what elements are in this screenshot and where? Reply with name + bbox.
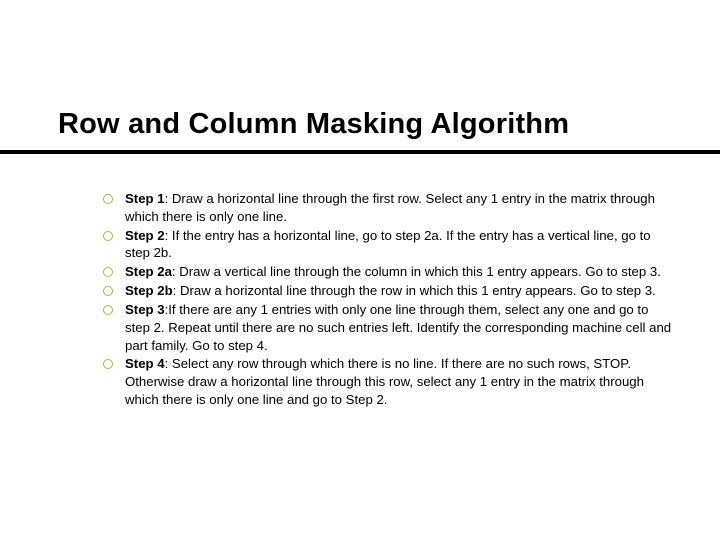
step-text: :If there are any 1 entries with only on… bbox=[125, 302, 671, 353]
step-text: : If the entry has a horizontal line, go… bbox=[125, 228, 651, 261]
list-item: Step 2b: Draw a horizontal line through … bbox=[125, 282, 675, 300]
step-text: : Select any row through which there is … bbox=[125, 356, 644, 407]
step-text: : Draw a horizontal line through the row… bbox=[173, 283, 656, 298]
list-item: Step 3:If there are any 1 entries with o… bbox=[125, 301, 675, 354]
step-label: Step 3 bbox=[125, 302, 165, 317]
step-label: Step 2a bbox=[125, 264, 172, 279]
step-label: Step 2 bbox=[125, 228, 165, 243]
slide-title: Row and Column Masking Algorithm bbox=[58, 108, 569, 141]
step-text: : Draw a horizontal line through the fir… bbox=[125, 191, 655, 224]
list-item: Step 4: Select any row through which the… bbox=[125, 355, 675, 408]
list-item: Step 2: If the entry has a horizontal li… bbox=[125, 227, 675, 263]
slide-body: Step 1: Draw a horizontal line through t… bbox=[125, 190, 675, 410]
step-label: Step 1 bbox=[125, 191, 165, 206]
step-text: : Draw a vertical line through the colum… bbox=[172, 264, 661, 279]
step-label: Step 4 bbox=[125, 356, 165, 371]
title-underline bbox=[0, 150, 720, 154]
list-item: Step 2a: Draw a vertical line through th… bbox=[125, 263, 675, 281]
step-label: Step 2b bbox=[125, 283, 173, 298]
slide: Row and Column Masking Algorithm Step 1:… bbox=[0, 0, 720, 540]
list-item: Step 1: Draw a horizontal line through t… bbox=[125, 190, 675, 226]
